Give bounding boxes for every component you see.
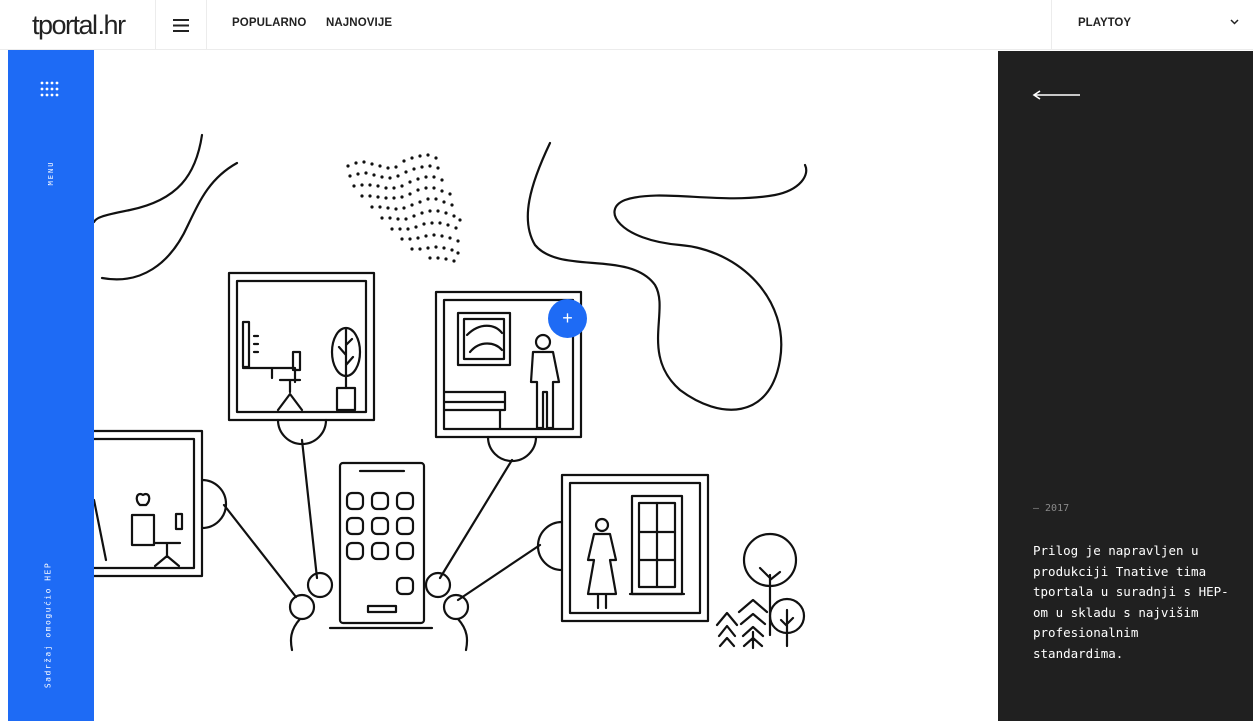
site-logo[interactable]: tportal .hr	[32, 8, 127, 42]
top-bar: tportal .hr POPULARNO NAJNOVIJE PLAYTOY	[0, 0, 1253, 50]
menu-toggle[interactable]: MENU	[44, 148, 58, 198]
side-menu-rail: MENU Sadržaj omogućio HEP	[8, 50, 94, 721]
arrow-left-icon[interactable]	[1032, 89, 1082, 101]
dots-grid-icon[interactable]	[39, 80, 61, 102]
nav-link-najnovije[interactable]: NAJNOVIJE	[326, 17, 392, 29]
info-panel: – 2017 Prilog je napravljen u produkciji…	[998, 51, 1253, 721]
section-selector[interactable]: PLAYTOY	[1052, 0, 1253, 50]
divider	[206, 0, 207, 50]
year-label: – 2017	[1033, 503, 1070, 514]
sponsor-note: Sadržaj omogućio HEP	[41, 540, 55, 710]
logo-suffix: .hr	[97, 9, 127, 40]
sponsor-text: Sadržaj omogućio HEP	[43, 561, 53, 689]
smart-home-illustration	[94, 133, 808, 652]
logo-text: tportal	[32, 9, 98, 40]
nav-link-popularno[interactable]: POPULARNO	[232, 17, 306, 29]
hamburger-menu-button[interactable]	[156, 0, 206, 50]
hotspot-plus-button[interactable]: +	[548, 299, 587, 338]
section-selector-label: PLAYTOY	[1078, 17, 1132, 29]
menu-label: MENU	[47, 160, 55, 186]
chevron-down-icon	[1230, 19, 1239, 25]
hamburger-icon	[173, 18, 189, 32]
illustration-area: +	[94, 51, 998, 721]
credits-text: Prilog je napravljen u produkciji Tnativ…	[1033, 543, 1229, 661]
dotted-pattern	[346, 153, 462, 263]
